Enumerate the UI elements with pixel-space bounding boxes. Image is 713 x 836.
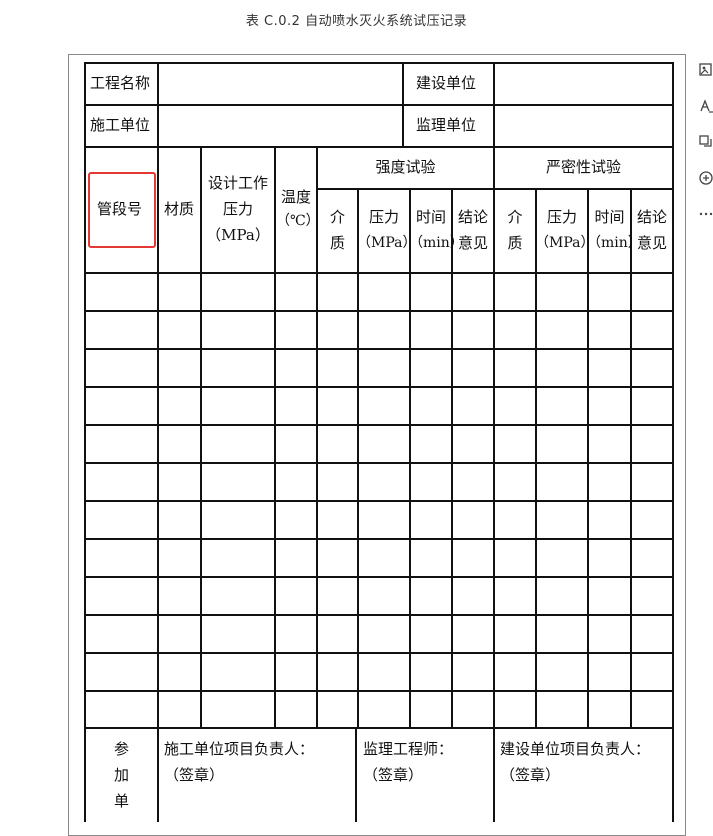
- tightness-pressure-line1: 压力: [546, 208, 577, 226]
- strength-time-line1: 时间: [415, 208, 446, 226]
- strength-pressure-unit: （MPa）: [357, 235, 417, 251]
- column-design-pressure-line1: 设计工作: [207, 174, 268, 192]
- owner-seal-label: （签章）: [500, 766, 561, 784]
- strength-medium-line2: 质: [329, 234, 345, 252]
- text-icon[interactable]: [696, 96, 713, 116]
- supervisor-seal-label: （签章）: [363, 766, 424, 784]
- participants-line2: 加: [113, 766, 129, 784]
- strength-pressure-line1: 压力: [368, 208, 399, 226]
- tightness-medium-line1: 介: [507, 208, 523, 226]
- label-builder-unit: 施工单位: [90, 116, 151, 134]
- doc-title: 表 C.0.2 自动喷水灭火系统试压记录: [245, 14, 468, 29]
- column-tightness-test: 严密性试验: [545, 158, 621, 176]
- column-design-pressure-line2: 压力: [222, 200, 253, 218]
- label-construction-unit: 建设单位: [416, 74, 477, 92]
- supervisor-label: 监理工程师：: [363, 740, 454, 758]
- column-temperature-line1: 温度: [280, 188, 311, 206]
- screenshot-icon[interactable]: [696, 132, 713, 152]
- image-search-icon[interactable]: [696, 60, 713, 80]
- strength-time-unit: （min）: [409, 235, 464, 251]
- side-toolbar: [692, 56, 713, 236]
- add-icon[interactable]: [696, 168, 713, 188]
- tightness-conclusion-line1: 结论: [636, 208, 667, 226]
- tightness-pressure-unit: （MPa）: [535, 235, 595, 251]
- tightness-medium-line2: 质: [507, 234, 523, 252]
- tightness-time-line1: 时间: [594, 208, 625, 226]
- builder-manager-label: 施工单位项目负责人：: [164, 740, 315, 758]
- tightness-time-unit: （min）: [587, 235, 642, 251]
- tightness-conclusion-line2: 意见: [636, 234, 667, 252]
- strength-medium-line1: 介: [329, 208, 345, 226]
- column-temperature-unit: （℃）: [276, 213, 320, 229]
- strength-conclusion-line2: 意见: [457, 234, 488, 252]
- more-icon[interactable]: [696, 204, 713, 224]
- builder-seal-label: （签章）: [164, 766, 225, 784]
- strength-conclusion-line1: 结论: [457, 208, 488, 226]
- owner-manager-label: 建设单位项目负责人：: [500, 740, 651, 758]
- participants-line1: 参: [113, 740, 129, 758]
- participants-line3: 单: [113, 792, 129, 810]
- selection-highlight: [88, 172, 156, 248]
- label-project-name: 工程名称: [90, 74, 151, 92]
- column-strength-test: 强度试验: [375, 158, 436, 176]
- column-design-pressure-unit: （MPa）: [206, 226, 270, 244]
- label-supervision-unit: 监理单位: [416, 116, 477, 134]
- column-material: 材质: [164, 200, 195, 218]
